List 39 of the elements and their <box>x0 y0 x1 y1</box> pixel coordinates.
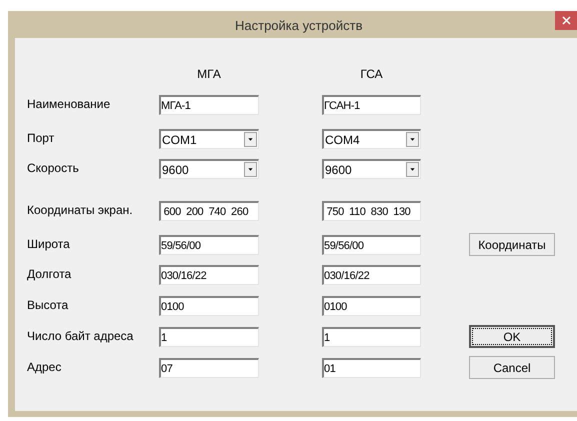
caret-icon <box>406 162 419 177</box>
input-field[interactable]: 0100 <box>159 296 259 316</box>
caret-icon <box>406 132 419 147</box>
close-button[interactable] <box>555 11 577 30</box>
port-dropdown[interactable]: COM1 <box>159 129 259 149</box>
input-field[interactable]: 030/16/22 <box>322 265 421 285</box>
input-field[interactable]: МГА-1 <box>159 95 259 115</box>
field-label: Координаты экран. <box>27 202 134 219</box>
input-field[interactable]: 01 <box>322 358 421 378</box>
column-header: ГСА <box>360 66 383 83</box>
window-title: Настройка устройств <box>235 17 362 35</box>
caret-icon <box>244 132 257 147</box>
input-field[interactable]: 1 <box>322 327 421 347</box>
field-label: Наименование <box>27 96 112 113</box>
input-field[interactable]: 600 200 740 260 <box>159 201 259 221</box>
input-field[interactable]: 030/16/22 <box>159 265 259 285</box>
port-dropdown[interactable]: COM4 <box>322 129 421 149</box>
input-field[interactable]: 0100 <box>322 296 421 316</box>
field-label: Число байт адреса <box>27 328 134 345</box>
field-label: Скорость <box>27 160 80 177</box>
port-dropdown[interactable]: 9600 <box>322 159 421 179</box>
dialog-button[interactable]: Cancel <box>469 356 555 379</box>
port-dropdown[interactable]: 9600 <box>159 159 259 179</box>
dialog-button[interactable]: Координаты <box>469 233 555 256</box>
field-label: Адрес <box>27 359 62 376</box>
field-label: Высота <box>27 297 70 314</box>
dialog-button[interactable]: OK <box>469 325 555 348</box>
input-field[interactable]: 750 110 830 130 <box>322 201 421 221</box>
caret-icon <box>244 162 257 177</box>
input-field[interactable]: 07 <box>159 358 259 378</box>
field-label: Долгота <box>27 266 72 283</box>
close-icon <box>562 16 570 25</box>
field-label: Порт <box>27 130 56 147</box>
column-header: МГА <box>197 66 221 83</box>
input-field[interactable]: 1 <box>159 327 259 347</box>
field-label: Широта <box>27 236 71 253</box>
input-field[interactable]: ГСАН-1 <box>322 95 421 115</box>
input-field[interactable]: 59/56/00 <box>159 235 259 255</box>
input-field[interactable]: 59/56/00 <box>322 235 421 255</box>
